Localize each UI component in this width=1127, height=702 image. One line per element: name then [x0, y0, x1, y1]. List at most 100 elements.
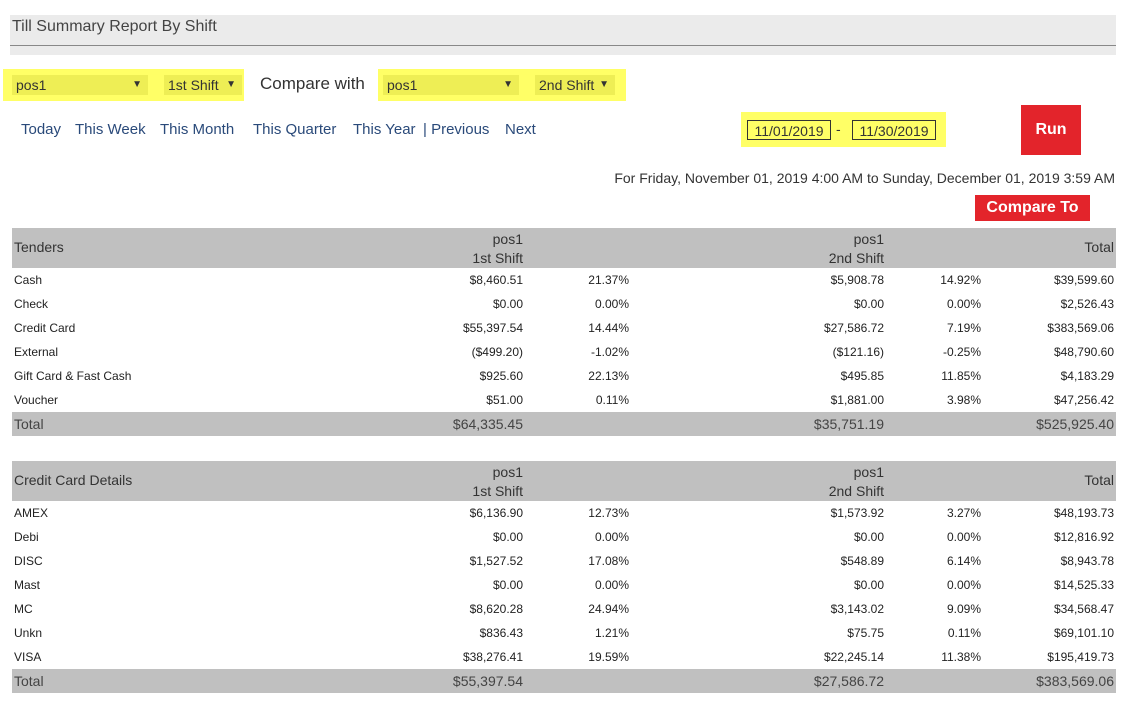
- column-a-shift: 1st Shift: [472, 250, 523, 266]
- total-label: Total: [14, 416, 44, 432]
- cell-total: $34,568.47: [1053, 602, 1114, 616]
- column-b-terminal: pos1: [853, 464, 884, 480]
- row-label: Unkn: [14, 626, 43, 640]
- cell-b-percent: 14.92%: [940, 273, 981, 287]
- cc-rows: AMEX $6,136.90 12.73% $1,573.92 3.27% $48,193…: [12, 501, 1116, 669]
- total-label: Total: [14, 673, 44, 689]
- row-label: Mast: [14, 578, 41, 592]
- terminal-b-select[interactable]: pos1 ▼: [383, 75, 519, 95]
- cell-total: $48,790.60: [1053, 345, 1114, 359]
- cell-b-percent: 6.14%: [946, 554, 981, 568]
- cell-total: $14,525.33: [1053, 578, 1114, 592]
- chevron-down-icon: ▼: [503, 79, 513, 90]
- compare-with-label: Compare with: [260, 74, 365, 93]
- shift-a-value: 1st Shift: [168, 77, 219, 93]
- cell-b-percent: 7.19%: [946, 321, 981, 335]
- end-date-field[interactable]: 11/30/2019: [852, 120, 936, 140]
- cell-b-amount: $548.89: [840, 554, 884, 568]
- cell-b-amount: $27,586.72: [823, 321, 884, 335]
- tenders-rows: Cash $8,460.51 21.37% $5,908.78 14.92% $39,59…: [12, 268, 1116, 412]
- shift-b-select[interactable]: 2nd Shift ▼: [535, 75, 615, 95]
- cell-b-percent: 3.98%: [946, 393, 981, 407]
- shift-a-select[interactable]: 1st Shift ▼: [164, 75, 242, 95]
- cell-a-percent: 0.00%: [594, 578, 629, 592]
- column-b-shift: 2nd Shift: [828, 250, 884, 266]
- nav-previous[interactable]: | Previous: [423, 121, 489, 138]
- cell-a-amount: $51.00: [486, 393, 523, 407]
- cell-total: $39,599.60: [1053, 273, 1114, 287]
- terminal-a-select[interactable]: pos1 ▼: [12, 75, 148, 95]
- cell-total: $195,419.73: [1047, 650, 1114, 664]
- row-label: VISA: [14, 650, 42, 664]
- cell-a-amount: $8,620.28: [469, 602, 523, 616]
- tenders-header-label: Tenders: [14, 239, 64, 255]
- column-a-header: pos1 1st Shift: [472, 463, 523, 501]
- cell-b-amount: $0.00: [853, 578, 884, 592]
- column-a-header: pos1 1st Shift: [472, 230, 523, 268]
- nav-this-week[interactable]: This Week: [75, 121, 146, 138]
- table-row: Mast $0.00 0.00% $0.00 0.00% $14,525.33: [12, 573, 1116, 597]
- table-row: Gift Card & Fast Cash $925.60 22.13% $495.8…: [12, 364, 1116, 388]
- cell-a-percent: 1.21%: [594, 626, 629, 640]
- total-t: $525,925.40: [1036, 416, 1114, 432]
- table-row: Unkn $836.43 1.21% $75.75 0.11% $69,101.10: [12, 621, 1116, 645]
- cell-a-percent: -1.02%: [590, 345, 629, 359]
- nav-next[interactable]: Next: [505, 121, 536, 138]
- column-a-terminal: pos1: [492, 464, 523, 480]
- table-row: MC $8,620.28 24.94% $3,143.02 9.09% $34,568.4…: [12, 597, 1116, 621]
- cell-b-amount: $495.85: [840, 369, 884, 383]
- cell-a-percent: 12.73%: [588, 506, 629, 520]
- nav-this-quarter[interactable]: This Quarter: [253, 121, 336, 138]
- row-label: Voucher: [14, 393, 59, 407]
- table-row: Check $0.00 0.00% $0.00 0.00% $2,526.43: [12, 292, 1116, 316]
- compare-to-button[interactable]: Compare To: [975, 195, 1090, 221]
- cc-header-label: Credit Card Details: [14, 472, 133, 488]
- cell-a-amount: $1,527.52: [469, 554, 523, 568]
- table-row: DISC $1,527.52 17.08% $548.89 6.14% $8,943.78: [12, 549, 1116, 573]
- row-label: External: [14, 345, 59, 359]
- cell-b-amount: ($121.16): [832, 345, 884, 359]
- column-a-terminal: pos1: [492, 231, 523, 247]
- cell-b-amount: $3,143.02: [830, 602, 884, 616]
- row-label: Debi: [14, 530, 39, 544]
- cell-b-amount: $22,245.14: [823, 650, 884, 664]
- terminal-a-value: pos1: [16, 77, 47, 93]
- cell-b-amount: $1,881.00: [830, 393, 884, 407]
- cell-a-amount: $6,136.90: [469, 506, 523, 520]
- cell-a-percent: 0.11%: [595, 393, 629, 407]
- cell-total: $4,183.29: [1060, 369, 1114, 383]
- cell-a-percent: 21.37%: [588, 273, 629, 287]
- cell-b-percent: 0.00%: [946, 297, 981, 311]
- cell-total: $69,101.10: [1053, 626, 1114, 640]
- column-a-shift: 1st Shift: [472, 483, 523, 499]
- cell-total: $8,943.78: [1060, 554, 1114, 568]
- start-date-field[interactable]: 11/01/2019: [747, 120, 831, 140]
- cell-b-amount: $0.00: [853, 530, 884, 544]
- table-header: Credit Card Details pos1 1st Shift pos1 …: [12, 461, 1116, 501]
- table-row: Credit Card $55,397.54 14.44% $27,586.72 7.1…: [12, 316, 1116, 340]
- run-button[interactable]: Run: [1021, 105, 1081, 155]
- cell-a-amount: $836.43: [479, 626, 523, 640]
- page-title: Till Summary Report By Shift: [12, 18, 217, 35]
- cell-a-percent: 14.44%: [588, 321, 629, 335]
- chevron-down-icon: ▼: [599, 79, 609, 90]
- nav-this-year[interactable]: This Year: [353, 121, 416, 138]
- column-total-header: Total: [1084, 239, 1114, 255]
- column-b-header: pos1 2nd Shift: [829, 463, 884, 501]
- table-row: Voucher $51.00 0.11% $1,881.00 3.98% $47,256.…: [12, 388, 1116, 412]
- cell-b-percent: 9.09%: [946, 602, 981, 616]
- table-row: Cash $8,460.51 21.37% $5,908.78 14.92% $39,59…: [12, 268, 1116, 292]
- column-b-header: pos1 2nd Shift: [829, 230, 884, 268]
- tenders-table: Tenders pos1 1st Shift pos1 2nd Shift To…: [12, 228, 1116, 436]
- cell-a-amount: $925.60: [479, 369, 523, 383]
- nav-this-month[interactable]: This Month: [160, 121, 234, 138]
- cell-a-percent: 24.94%: [588, 602, 629, 616]
- cell-total: $12,816.92: [1053, 530, 1114, 544]
- nav-today[interactable]: Today: [21, 121, 61, 138]
- column-total-header: Total: [1084, 472, 1114, 488]
- table-row: External ($499.20) -1.02% ($121.16) -0.25% $4…: [12, 340, 1116, 364]
- table-row: AMEX $6,136.90 12.73% $1,573.92 3.27% $48,193…: [12, 501, 1116, 525]
- terminal-b-value: pos1: [387, 77, 418, 93]
- column-b-terminal: pos1: [853, 231, 884, 247]
- cell-a-percent: 19.59%: [588, 650, 629, 664]
